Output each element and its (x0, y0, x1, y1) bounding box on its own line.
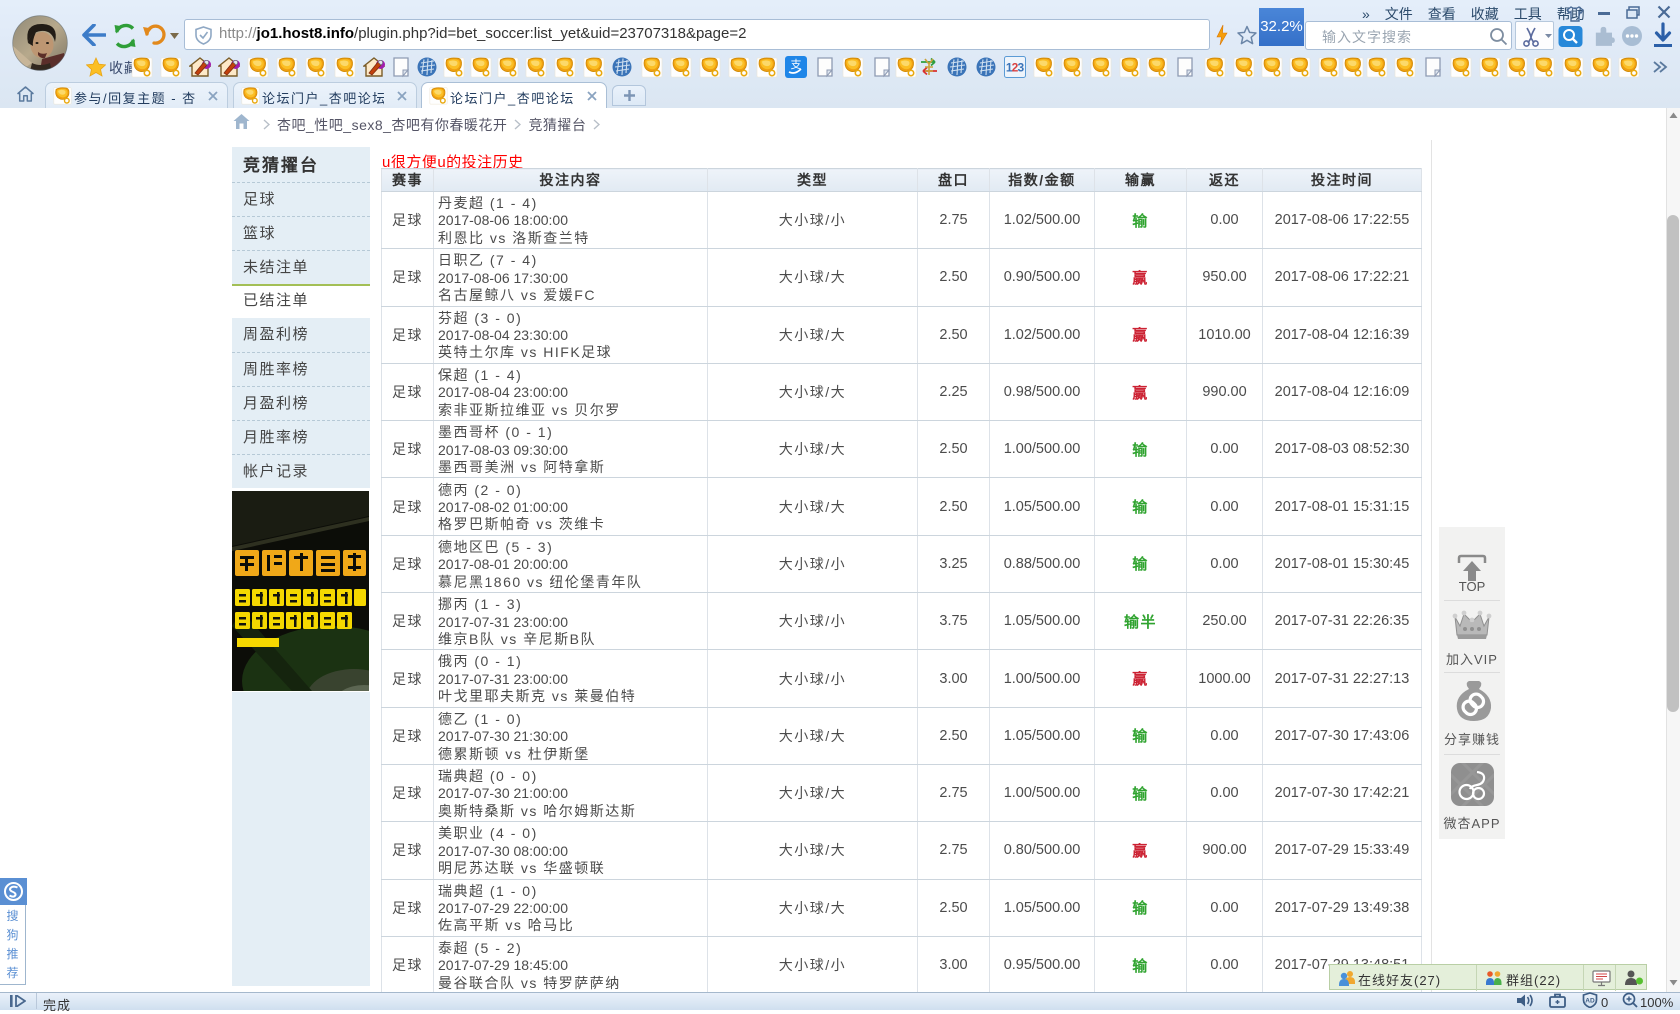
svg-text:AD: AD (1585, 998, 1595, 1005)
